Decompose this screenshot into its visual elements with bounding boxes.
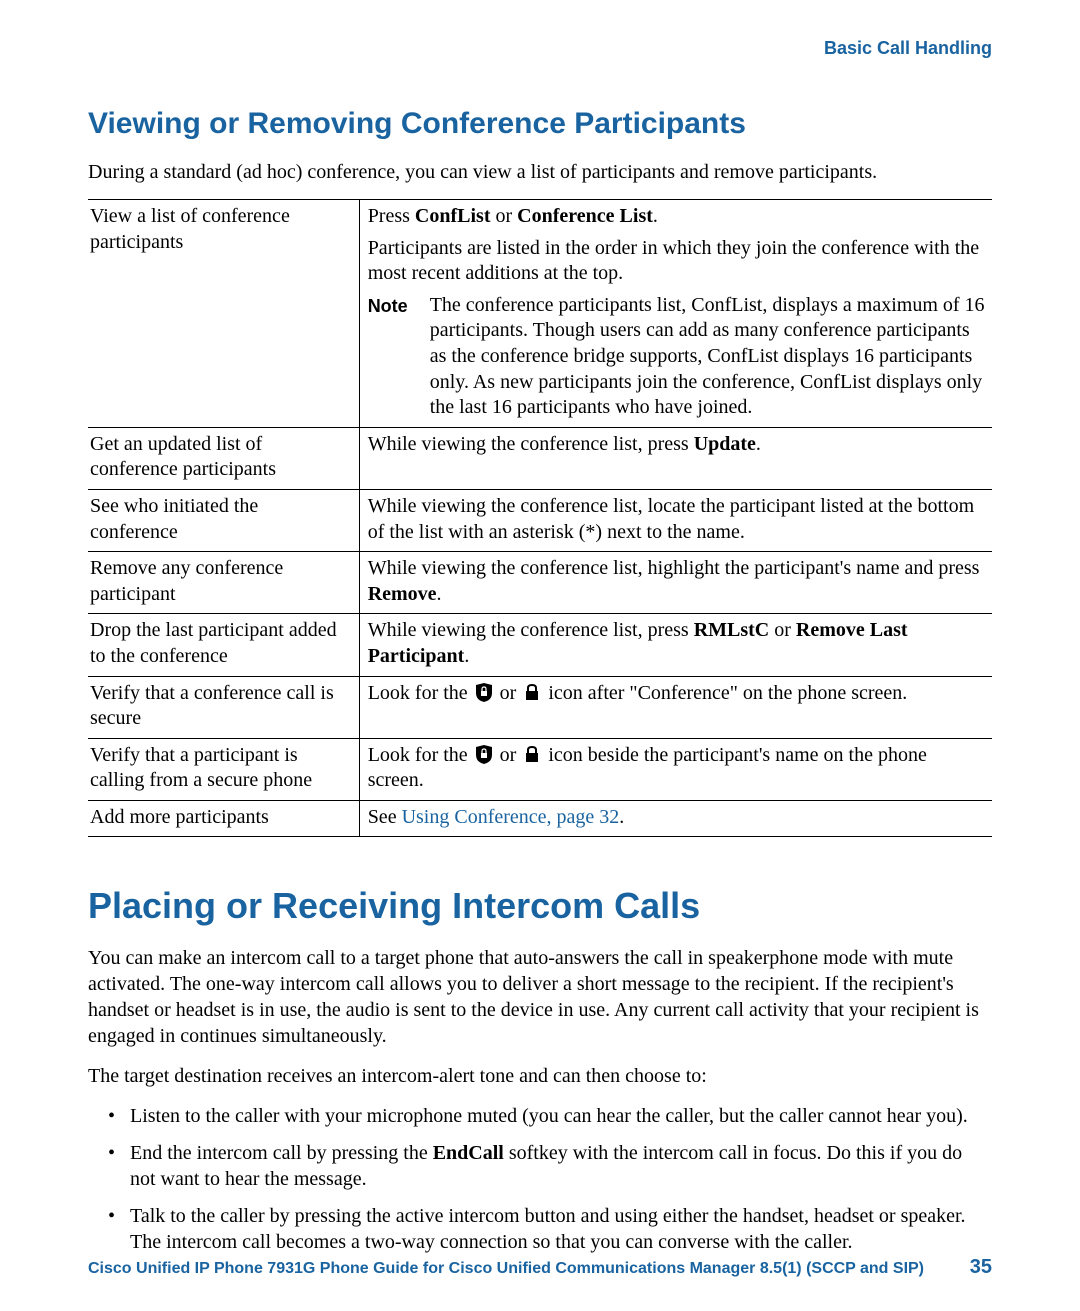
text: . (653, 205, 658, 227)
table-row: See who initiated the conference While v… (88, 489, 992, 551)
row-label: View a list of conference participants (88, 200, 359, 428)
text: While viewing the conference list, press (368, 433, 694, 455)
text: Press (368, 205, 415, 227)
row-value: Press ConfList or Conference List. Parti… (359, 200, 992, 428)
row-value: While viewing the conference list, highl… (359, 552, 992, 614)
softkey-name: Update (694, 433, 756, 455)
text: . (464, 645, 469, 667)
table-row: Verify that a conference call is secure … (88, 676, 992, 738)
row-label: Add more participants (88, 800, 359, 837)
intro-paragraph: During a standard (ad hoc) conference, y… (88, 159, 992, 185)
table-row: Get an updated list of conference partic… (88, 427, 992, 489)
text: . (756, 433, 761, 455)
row-label: Drop the last participant added to the c… (88, 614, 359, 676)
bullet-list: Listen to the caller with your microphon… (88, 1103, 992, 1255)
shield-lock-icon (473, 683, 495, 702)
heading-conference-participants: Viewing or Removing Conference Participa… (88, 107, 992, 141)
text: While viewing the conference list, press (368, 619, 694, 641)
text: . (619, 806, 624, 828)
row-label: Remove any conference participant (88, 552, 359, 614)
text: . (437, 583, 442, 605)
row-value: While viewing the conference list, locat… (359, 489, 992, 551)
text: icon after "Conference" on the phone scr… (548, 682, 907, 704)
row-value: While viewing the conference list, press… (359, 614, 992, 676)
note-block: Note The conference participants list, C… (368, 293, 986, 421)
heading-intercom-calls: Placing or Receiving Intercom Calls (88, 885, 992, 927)
body-paragraph: You can make an intercom call to a targe… (88, 945, 992, 1049)
text: Participants are listed in the order in … (368, 236, 986, 287)
softkey-name: ConfList (415, 205, 491, 227)
text: End the intercom call by pressing the (130, 1142, 433, 1164)
lock-icon (521, 745, 543, 764)
row-label: Verify that a participant is calling fro… (88, 738, 359, 800)
row-label: Get an updated list of conference partic… (88, 427, 359, 489)
list-item: Talk to the caller by pressing the activ… (130, 1203, 992, 1256)
row-value: See Using Conference, page 32. (359, 800, 992, 837)
row-value: Look for the or icon beside the particip… (359, 738, 992, 800)
cross-reference-link[interactable]: Using Conference, page 32 (402, 806, 620, 828)
softkey-name: Conference List (517, 205, 653, 227)
list-item: End the intercom call by pressing the En… (130, 1140, 992, 1193)
shield-lock-icon (473, 745, 495, 764)
page-number: 35 (970, 1256, 992, 1279)
table-row: Drop the last participant added to the c… (88, 614, 992, 676)
text: See (368, 806, 402, 828)
table-row: Verify that a participant is calling fro… (88, 738, 992, 800)
lock-icon (521, 683, 543, 702)
row-label: Verify that a conference call is secure (88, 676, 359, 738)
text: While viewing the conference list, highl… (368, 557, 980, 579)
row-value: Look for the or icon after "Conference" … (359, 676, 992, 738)
list-item: Listen to the caller with your microphon… (130, 1103, 992, 1129)
row-label: See who initiated the conference (88, 489, 359, 551)
row-value: While viewing the conference list, press… (359, 427, 992, 489)
text: or (500, 744, 522, 766)
softkey-name: RMLstC (694, 619, 770, 641)
breadcrumb: Basic Call Handling (88, 38, 992, 59)
text: or (769, 619, 796, 641)
table-row: View a list of conference participants P… (88, 200, 992, 428)
page-footer: Cisco Unified IP Phone 7931G Phone Guide… (88, 1256, 992, 1279)
footer-title: Cisco Unified IP Phone 7931G Phone Guide… (88, 1260, 924, 1278)
text: Look for the (368, 744, 473, 766)
note-body: The conference participants list, ConfLi… (430, 293, 986, 421)
softkey-name: Remove (368, 583, 437, 605)
table-row: Remove any conference participant While … (88, 552, 992, 614)
body-paragraph: The target destination receives an inter… (88, 1063, 992, 1089)
note-label: Note (368, 293, 430, 421)
text: or (491, 205, 518, 227)
conference-actions-table: View a list of conference participants P… (88, 199, 992, 837)
text: or (500, 682, 522, 704)
softkey-name: EndCall (433, 1142, 504, 1164)
text: Look for the (368, 682, 473, 704)
table-row: Add more participants See Using Conferen… (88, 800, 992, 837)
